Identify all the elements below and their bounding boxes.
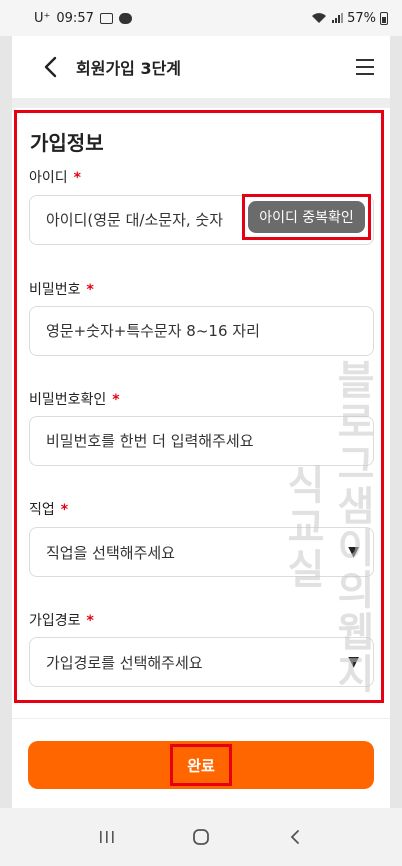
recent-apps-icon	[100, 831, 114, 843]
password-input[interactable]	[46, 322, 373, 340]
back-button[interactable]	[30, 47, 70, 87]
status-bar: U⁺ 09:57 57%	[0, 0, 402, 36]
required-mark: *	[86, 282, 94, 298]
status-right: 57%	[311, 11, 388, 26]
page-title: 회원가입 3단계	[76, 59, 182, 78]
route-label: 가입경로 *	[29, 610, 94, 630]
job-label-text: 직업	[29, 502, 55, 518]
home-button[interactable]	[176, 817, 226, 857]
dropdown-arrow-icon: ▼	[348, 544, 359, 560]
password-confirm-label: 비밀번호확인 *	[29, 389, 120, 409]
id-duplicate-check-button[interactable]: 아이디 중복확인	[248, 201, 365, 233]
battery-text: 57%	[347, 10, 376, 26]
job-label: 직업 *	[29, 499, 68, 519]
system-nav-bar	[0, 808, 402, 866]
id-label: 아이디 *	[29, 167, 81, 187]
job-select[interactable]: 직업을 선택해주세요 ▼	[29, 527, 374, 577]
status-left: U⁺ 09:57	[34, 11, 132, 26]
required-mark: *	[73, 170, 81, 186]
route-label-text: 가입경로	[29, 613, 81, 629]
right-gutter	[390, 36, 402, 866]
signup-info-section: 가입정보 아이디 * 아이디 중복확인 비밀번호 * 비밀번호확인 * 직업 * 직업을…	[14, 110, 384, 703]
wifi-icon	[312, 13, 327, 23]
route-select-value: 가입경로를 선택해주세요	[46, 653, 203, 672]
password-label-text: 비밀번호	[29, 282, 81, 298]
recent-apps-button[interactable]	[82, 817, 132, 857]
submit-button[interactable]: 완료	[28, 741, 374, 789]
dropdown-arrow-icon: ▼	[348, 654, 359, 670]
route-select[interactable]: 가입경로를 선택해주세요 ▼	[29, 637, 374, 687]
password-confirm-label-text: 비밀번호확인	[29, 392, 107, 408]
carrier-text: U⁺	[34, 10, 51, 26]
required-mark: *	[60, 502, 69, 518]
required-mark: *	[112, 392, 120, 408]
left-gutter	[0, 36, 12, 866]
gallery-icon	[99, 12, 113, 24]
signal-icon	[332, 13, 344, 23]
back-arrow-icon	[290, 830, 299, 844]
chevron-left-icon	[44, 56, 57, 78]
bottom-divider	[12, 718, 390, 719]
password-confirm-input[interactable]	[46, 432, 373, 450]
password-label: 비밀번호 *	[29, 279, 94, 299]
clock-text: 09:57	[56, 10, 94, 26]
job-select-value: 직업을 선택해주세요	[46, 543, 175, 562]
header-divider	[12, 98, 390, 108]
hamburger-icon	[356, 59, 374, 75]
required-mark: *	[86, 613, 94, 629]
submit-label: 완료	[170, 744, 232, 786]
back-nav-button[interactable]	[270, 817, 320, 857]
app-header: 회원가입 3단계	[12, 36, 390, 98]
battery-icon	[380, 11, 388, 25]
menu-button[interactable]	[350, 52, 380, 82]
section-title: 가입정보	[30, 131, 104, 155]
id-label-text: 아이디	[29, 170, 68, 186]
id-check-highlight: 아이디 중복확인	[242, 194, 371, 240]
password-confirm-field[interactable]	[29, 416, 374, 466]
home-icon	[193, 829, 209, 845]
password-field[interactable]	[29, 306, 374, 356]
chat-icon	[118, 12, 132, 24]
